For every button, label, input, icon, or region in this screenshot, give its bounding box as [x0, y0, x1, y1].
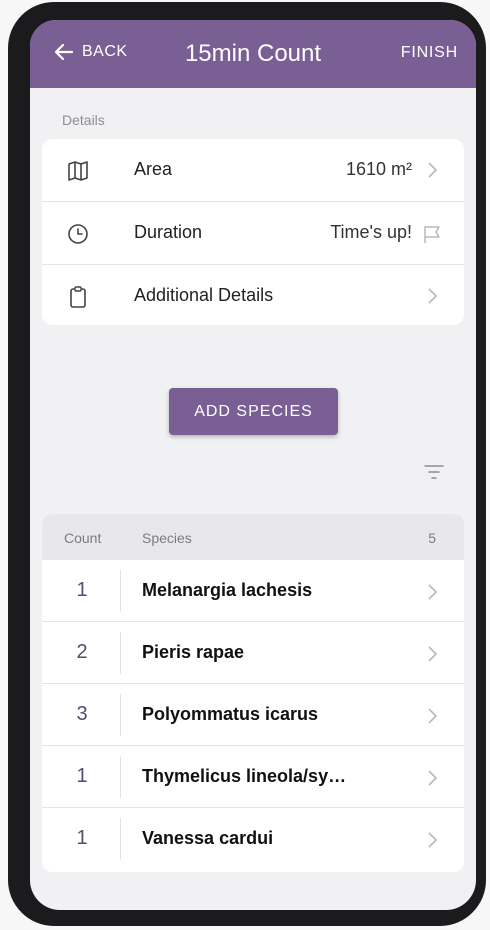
chevron-right-icon: [426, 583, 438, 606]
species-row[interactable]: 3 Polyommatus icarus: [42, 684, 464, 746]
add-species-button[interactable]: ADD SPECIES: [169, 388, 338, 435]
filter-icon[interactable]: [422, 462, 446, 482]
finish-button[interactable]: FINISH: [401, 44, 458, 62]
count-column-header: Count: [64, 530, 102, 546]
species-count: 1: [76, 765, 88, 787]
area-label: Area: [134, 159, 173, 179]
details-section-label: Details: [62, 112, 105, 128]
column-divider: [120, 632, 121, 674]
species-name: Melanargia lachesis: [142, 580, 313, 600]
species-name: Thymelicus lineola/sy…: [142, 766, 347, 786]
species-count: 2: [76, 641, 88, 663]
species-list: Count Species 5 1 Melanargia lachesis 2 …: [42, 514, 464, 872]
species-count: 1: [76, 579, 88, 601]
column-divider: [120, 570, 121, 612]
chevron-right-icon: [426, 707, 438, 730]
additional-details-label: Additional Details: [134, 285, 274, 305]
species-count: 3: [76, 703, 88, 725]
species-name: Pieris rapae: [142, 642, 245, 662]
device-frame: BACK 15min Count FINISH Details Area 161…: [0, 0, 490, 930]
species-row[interactable]: 2 Pieris rapae: [42, 622, 464, 684]
area-row[interactable]: Area 1610 m²: [42, 139, 464, 201]
map-icon: [66, 159, 90, 183]
duration-value: Time's up!: [330, 222, 412, 242]
species-name: Vanessa cardui: [142, 828, 274, 848]
species-row[interactable]: 1 Vanessa cardui: [42, 808, 464, 870]
additional-details-row[interactable]: Additional Details: [42, 265, 464, 327]
chevron-right-icon: [426, 645, 438, 668]
species-row[interactable]: 1 Thymelicus lineola/sy…: [42, 746, 464, 808]
species-column-header: Species: [142, 530, 192, 546]
flag-icon: [422, 224, 442, 249]
species-name: Polyommatus icarus: [142, 704, 319, 724]
chevron-right-icon: [426, 831, 438, 854]
column-divider: [120, 818, 121, 860]
chevron-right-icon: [426, 287, 438, 310]
details-card: Area 1610 m² Duration Time's up! Additio…: [42, 139, 464, 325]
species-total: 5: [428, 530, 436, 546]
area-value: 1610 m²: [345, 159, 412, 179]
duration-label: Duration: [134, 222, 203, 242]
species-list-header: Count Species 5: [42, 514, 464, 560]
chevron-right-icon: [426, 769, 438, 792]
species-count: 1: [76, 827, 88, 849]
clock-icon: [66, 222, 90, 246]
duration-row[interactable]: Duration Time's up!: [42, 202, 464, 264]
chevron-right-icon: [426, 161, 438, 184]
column-divider: [120, 694, 121, 736]
app-screen: BACK 15min Count FINISH Details Area 161…: [30, 20, 476, 910]
species-row[interactable]: 1 Melanargia lachesis: [42, 560, 464, 622]
column-divider: [120, 756, 121, 798]
app-header: BACK 15min Count FINISH: [30, 20, 476, 88]
clipboard-icon: [66, 285, 90, 309]
